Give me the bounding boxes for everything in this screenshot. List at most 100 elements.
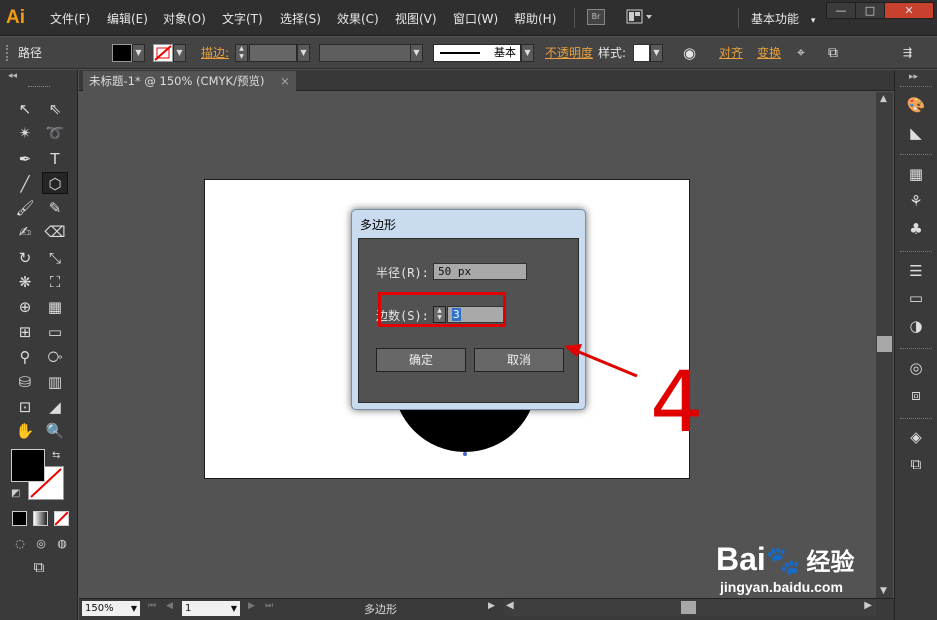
radius-input[interactable]: 50 px — [433, 263, 527, 280]
perspective-grid-tool-icon[interactable]: ▦ — [42, 296, 68, 318]
horizontal-scroll-thumb[interactable] — [681, 601, 696, 614]
paintbrush-tool-icon[interactable]: 🖌 — [12, 197, 38, 219]
menu-type[interactable]: 文字(T) — [222, 10, 263, 27]
warp-tool-icon[interactable]: ❋ — [12, 271, 38, 293]
vertical-scroll-thumb[interactable] — [877, 336, 892, 352]
panel-grip[interactable] — [28, 86, 50, 89]
shape-builder-tool-icon[interactable]: ⊕ — [12, 296, 38, 318]
stroke-weight-stepper[interactable]: ▲ ▼ — [235, 44, 248, 62]
fill-color-front[interactable] — [11, 449, 45, 482]
panel-grip[interactable] — [900, 251, 932, 253]
selection-tool-icon[interactable]: ↖ — [12, 98, 38, 120]
draw-normal-icon[interactable]: ◌ — [11, 533, 29, 555]
swap-colors-icon[interactable]: ⇆ — [52, 450, 60, 461]
column-graph-tool-icon[interactable]: ▥ — [42, 371, 68, 393]
color-panel-icon[interactable]: 🎨 — [904, 94, 928, 116]
color-guide-panel-icon[interactable]: ◣ — [904, 122, 928, 144]
arrange-documents-icon[interactable] — [626, 9, 654, 25]
menu-select[interactable]: 选择(S) — [280, 10, 321, 27]
ok-button[interactable]: 确定 — [376, 348, 466, 372]
workspace-switcher[interactable]: 基本功能 ▾ — [751, 10, 815, 27]
menu-effect[interactable]: 效果(C) — [337, 10, 379, 27]
none-mode-icon[interactable] — [54, 511, 69, 526]
scroll-down-icon[interactable]: ▼ — [880, 586, 887, 596]
draw-behind-icon[interactable]: ◎ — [32, 533, 50, 555]
chevron-down-icon[interactable]: ▼ — [231, 601, 237, 616]
recolor-artwork-icon[interactable]: ◉ — [683, 37, 696, 69]
scroll-up-icon[interactable]: ▲ — [880, 94, 887, 104]
menu-help[interactable]: 帮助(H) — [514, 10, 556, 27]
stroke-label[interactable]: 描边: — [201, 37, 229, 69]
zoom-level-field[interactable]: 150% ▼ — [82, 601, 140, 616]
artboard-tool-icon[interactable]: ⊡ — [12, 396, 38, 418]
isolate-icon[interactable]: ⌖ — [797, 37, 805, 69]
artboard-number-field[interactable]: 1 ▼ — [182, 601, 240, 616]
menu-file[interactable]: 文件(F) — [50, 10, 90, 27]
panel-grip[interactable] — [900, 154, 932, 156]
cancel-button[interactable]: 取消 — [474, 348, 564, 372]
menu-view[interactable]: 视图(V) — [395, 10, 437, 27]
polygon-tool-icon[interactable]: ⬡ — [42, 172, 68, 194]
blob-brush-tool-icon[interactable]: ✍ — [12, 221, 38, 243]
gradient-panel-icon[interactable]: ▭ — [904, 287, 928, 309]
symbols-panel-icon[interactable]: ♣ — [904, 218, 928, 240]
panel-grip[interactable] — [900, 86, 932, 88]
scroll-right-icon[interactable]: ▶ — [864, 600, 872, 611]
minimize-button[interactable]: — — [826, 2, 856, 19]
magic-wand-tool-icon[interactable]: ✴ — [12, 122, 38, 144]
hand-tool-icon[interactable]: ✋ — [12, 420, 38, 442]
brush-definition-field[interactable]: 基本 — [433, 44, 521, 62]
graphic-style-swatch[interactable] — [633, 44, 650, 62]
chevron-down-icon[interactable]: ▼ — [131, 601, 137, 616]
next-artboard-icon[interactable]: ▶ — [248, 601, 255, 611]
pen-tool-icon[interactable]: ✒ — [12, 148, 38, 170]
stroke-weight-field[interactable] — [249, 44, 297, 62]
opacity-label[interactable]: 不透明度 — [545, 37, 593, 69]
swatches-panel-icon[interactable]: ▦ — [904, 163, 928, 185]
menu-object[interactable]: 对象(O) — [163, 10, 206, 27]
bridge-button[interactable]: Br — [587, 9, 605, 25]
direct-selection-tool-icon[interactable]: ⇖ — [42, 98, 68, 120]
brushes-panel-icon[interactable]: ⚘ — [904, 190, 928, 212]
panel-grip[interactable] — [900, 348, 932, 350]
screen-mode-icon[interactable]: ⧉ — [26, 556, 52, 578]
transform-label[interactable]: 变换 — [757, 37, 781, 69]
default-colors-icon[interactable]: ◩ — [11, 488, 20, 499]
stroke-panel-icon[interactable]: ☰ — [904, 260, 928, 282]
eyedropper-tool-icon[interactable]: ⚲ — [12, 346, 38, 368]
close-button[interactable]: ✕ — [884, 2, 934, 19]
zoom-tool-icon[interactable]: 🔍 — [42, 420, 68, 442]
free-transform-tool-icon[interactable]: ⛶ — [42, 271, 68, 293]
gradient-tool-icon[interactable]: ▭ — [42, 321, 68, 343]
expand-panels-icon[interactable]: ▸▸ — [909, 72, 918, 82]
first-artboard-icon[interactable]: ⏮ — [148, 601, 156, 611]
transparency-panel-icon[interactable]: ◑ — [904, 315, 928, 337]
variable-width-dropdown-arrow[interactable]: ▼ — [410, 44, 423, 62]
stroke-dropdown-arrow[interactable]: ▼ — [173, 44, 186, 62]
collapse-panel-icon[interactable]: ◂◂ — [8, 71, 17, 81]
slice-tool-icon[interactable]: ◢ — [42, 396, 68, 418]
fill-dropdown-arrow[interactable]: ▼ — [132, 44, 145, 62]
mesh-tool-icon[interactable]: ⊞ — [12, 321, 38, 343]
graphic-styles-panel-icon[interactable]: ⧈ — [904, 384, 928, 406]
previous-artboard-icon[interactable]: ◀ — [166, 601, 173, 611]
menu-edit[interactable]: 编辑(E) — [107, 10, 148, 27]
eraser-tool-icon[interactable]: ⌫ — [42, 221, 68, 243]
scale-tool-icon[interactable]: ⤡ — [42, 247, 68, 269]
artboards-panel-icon[interactable]: ⧉ — [904, 453, 928, 475]
maximize-button[interactable]: □ — [855, 2, 885, 19]
align-label[interactable]: 对齐 — [719, 37, 743, 69]
type-tool-icon[interactable]: T — [42, 148, 68, 170]
grip-handle[interactable] — [6, 45, 10, 61]
stroke-swatch[interactable] — [153, 44, 173, 62]
gradient-mode-icon[interactable] — [33, 511, 48, 526]
variable-width-field[interactable] — [319, 44, 411, 62]
layers-panel-icon[interactable]: ◈ — [904, 426, 928, 448]
appearance-panel-icon[interactable]: ◎ — [904, 357, 928, 379]
draw-inside-icon[interactable]: ◍ — [53, 533, 71, 555]
scroll-left-icon[interactable]: ◀ — [506, 600, 514, 611]
pencil-tool-icon[interactable]: ✎ — [42, 197, 68, 219]
panel-menu-icon[interactable]: ⇶ — [903, 37, 912, 69]
fill-swatch[interactable] — [112, 44, 132, 62]
last-artboard-icon[interactable]: ⏭ — [265, 601, 273, 611]
